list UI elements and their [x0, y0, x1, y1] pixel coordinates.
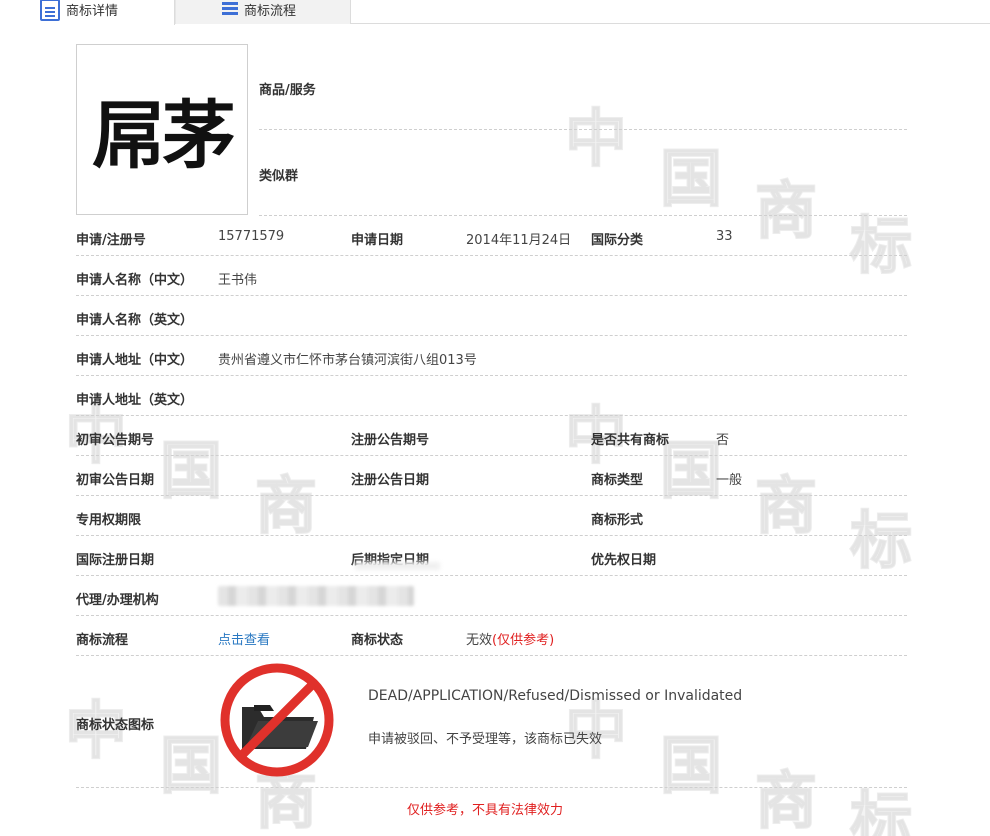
intl-class-label: 国际分类	[591, 233, 644, 248]
detail-row: 申请人地址（英文）	[76, 376, 907, 416]
shared-value: 否	[716, 433, 730, 448]
status-label: 商标状态	[351, 633, 404, 648]
status-cn-text: 申请被驳回、不予受理等，该商标已失效	[368, 732, 603, 747]
status-icon-label: 商标状态图标	[76, 718, 155, 733]
app-date-value: 2014年11月24日	[466, 233, 572, 248]
exclusive-label: 专用权期限	[76, 513, 142, 528]
tab-trademark-detail[interactable]: 商标详情	[0, 0, 175, 25]
detail-row: 代理/办理机构	[76, 576, 907, 616]
tab-bar: 商标详情 商标流程	[0, 0, 990, 25]
redacted-area	[355, 562, 440, 570]
goods-services-label: 商品/服务	[259, 83, 316, 98]
detail-row: 初审公告日期 注册公告日期 商标类型 一般	[76, 456, 907, 496]
disclaimer-text: 仅供参考，不具有法律效力	[407, 803, 564, 818]
detail-row: 申请/注册号 15771579 申请日期 2014年11月24日 国际分类 33	[76, 216, 907, 256]
status-value: 无效(仅供参考)	[466, 633, 555, 648]
reg-pub-no-label: 注册公告期号	[351, 433, 430, 448]
tab-label: 商标详情	[66, 4, 119, 19]
detail-row: 申请人名称（中文） 王书伟	[76, 256, 907, 296]
intl-reg-date-label: 国际注册日期	[76, 553, 155, 568]
status-en-text: DEAD/APPLICATION/Refused/Dismissed or In…	[368, 688, 743, 704]
tm-type-label: 商标类型	[591, 473, 644, 488]
detail-row: 申请人地址（中文） 贵州省遵义市仁怀市茅台镇河滨街八组013号	[76, 336, 907, 376]
watermark-char: 中	[564, 101, 628, 176]
address-en-label: 申请人地址（英文）	[76, 393, 194, 408]
applicant-cn-value: 王书伟	[218, 273, 258, 288]
shared-label: 是否共有商标	[591, 433, 670, 448]
flow-label: 商标流程	[76, 633, 129, 648]
reg-pub-date-label: 注册公告日期	[351, 473, 430, 488]
tm-form-label: 商标形式	[591, 513, 644, 528]
reg-no-label: 申请/注册号	[76, 233, 146, 248]
tm-type-value: 一般	[716, 473, 743, 488]
document-icon	[40, 0, 60, 21]
reg-no-value: 15771579	[218, 229, 285, 244]
address-cn-value: 贵州省遵义市仁怀市茅台镇河滨街八组013号	[218, 353, 477, 368]
detail-row: 专用权期限 商标形式	[76, 496, 907, 536]
tab-label: 商标流程	[244, 3, 297, 19]
app-date-label: 申请日期	[351, 233, 404, 248]
intl-class-value: 33	[716, 229, 733, 244]
applicant-en-label: 申请人名称（英文）	[76, 313, 194, 328]
detail-row: 国际注册日期 后期指定日期 优先权日期	[76, 536, 907, 576]
invalid-status-icon	[220, 663, 334, 777]
trademark-image-text: 屌茅	[92, 93, 236, 179]
address-cn-label: 申请人地址（中文）	[76, 353, 194, 368]
view-flow-link[interactable]: 点击查看	[218, 629, 270, 648]
status-note: (仅供参考)	[492, 633, 555, 648]
watermark-char: 国	[659, 141, 723, 216]
similar-group-label: 类似群	[259, 169, 299, 184]
trademark-image: 屌茅	[76, 44, 248, 215]
detail-row: 商标流程 点击查看 商标状态 无效(仅供参考)	[76, 616, 907, 656]
list-icon	[222, 2, 238, 16]
prelim-no-label: 初审公告期号	[76, 433, 155, 448]
agent-label: 代理/办理机构	[76, 593, 159, 608]
applicant-cn-label: 申请人名称（中文）	[76, 273, 194, 288]
divider	[259, 129, 907, 130]
detail-row: 初审公告期号 注册公告期号 是否共有商标 否	[76, 416, 907, 456]
tab-trademark-flow[interactable]: 商标流程	[175, 0, 351, 24]
status-icon-row: 商标状态图标 DEAD/APPLICATION/Refused/Dismisse…	[76, 656, 907, 788]
priority-date-label: 优先权日期	[591, 553, 657, 568]
detail-row: 申请人名称（英文）	[76, 296, 907, 336]
prelim-date-label: 初审公告日期	[76, 473, 155, 488]
redacted-agent-value	[218, 586, 414, 606]
